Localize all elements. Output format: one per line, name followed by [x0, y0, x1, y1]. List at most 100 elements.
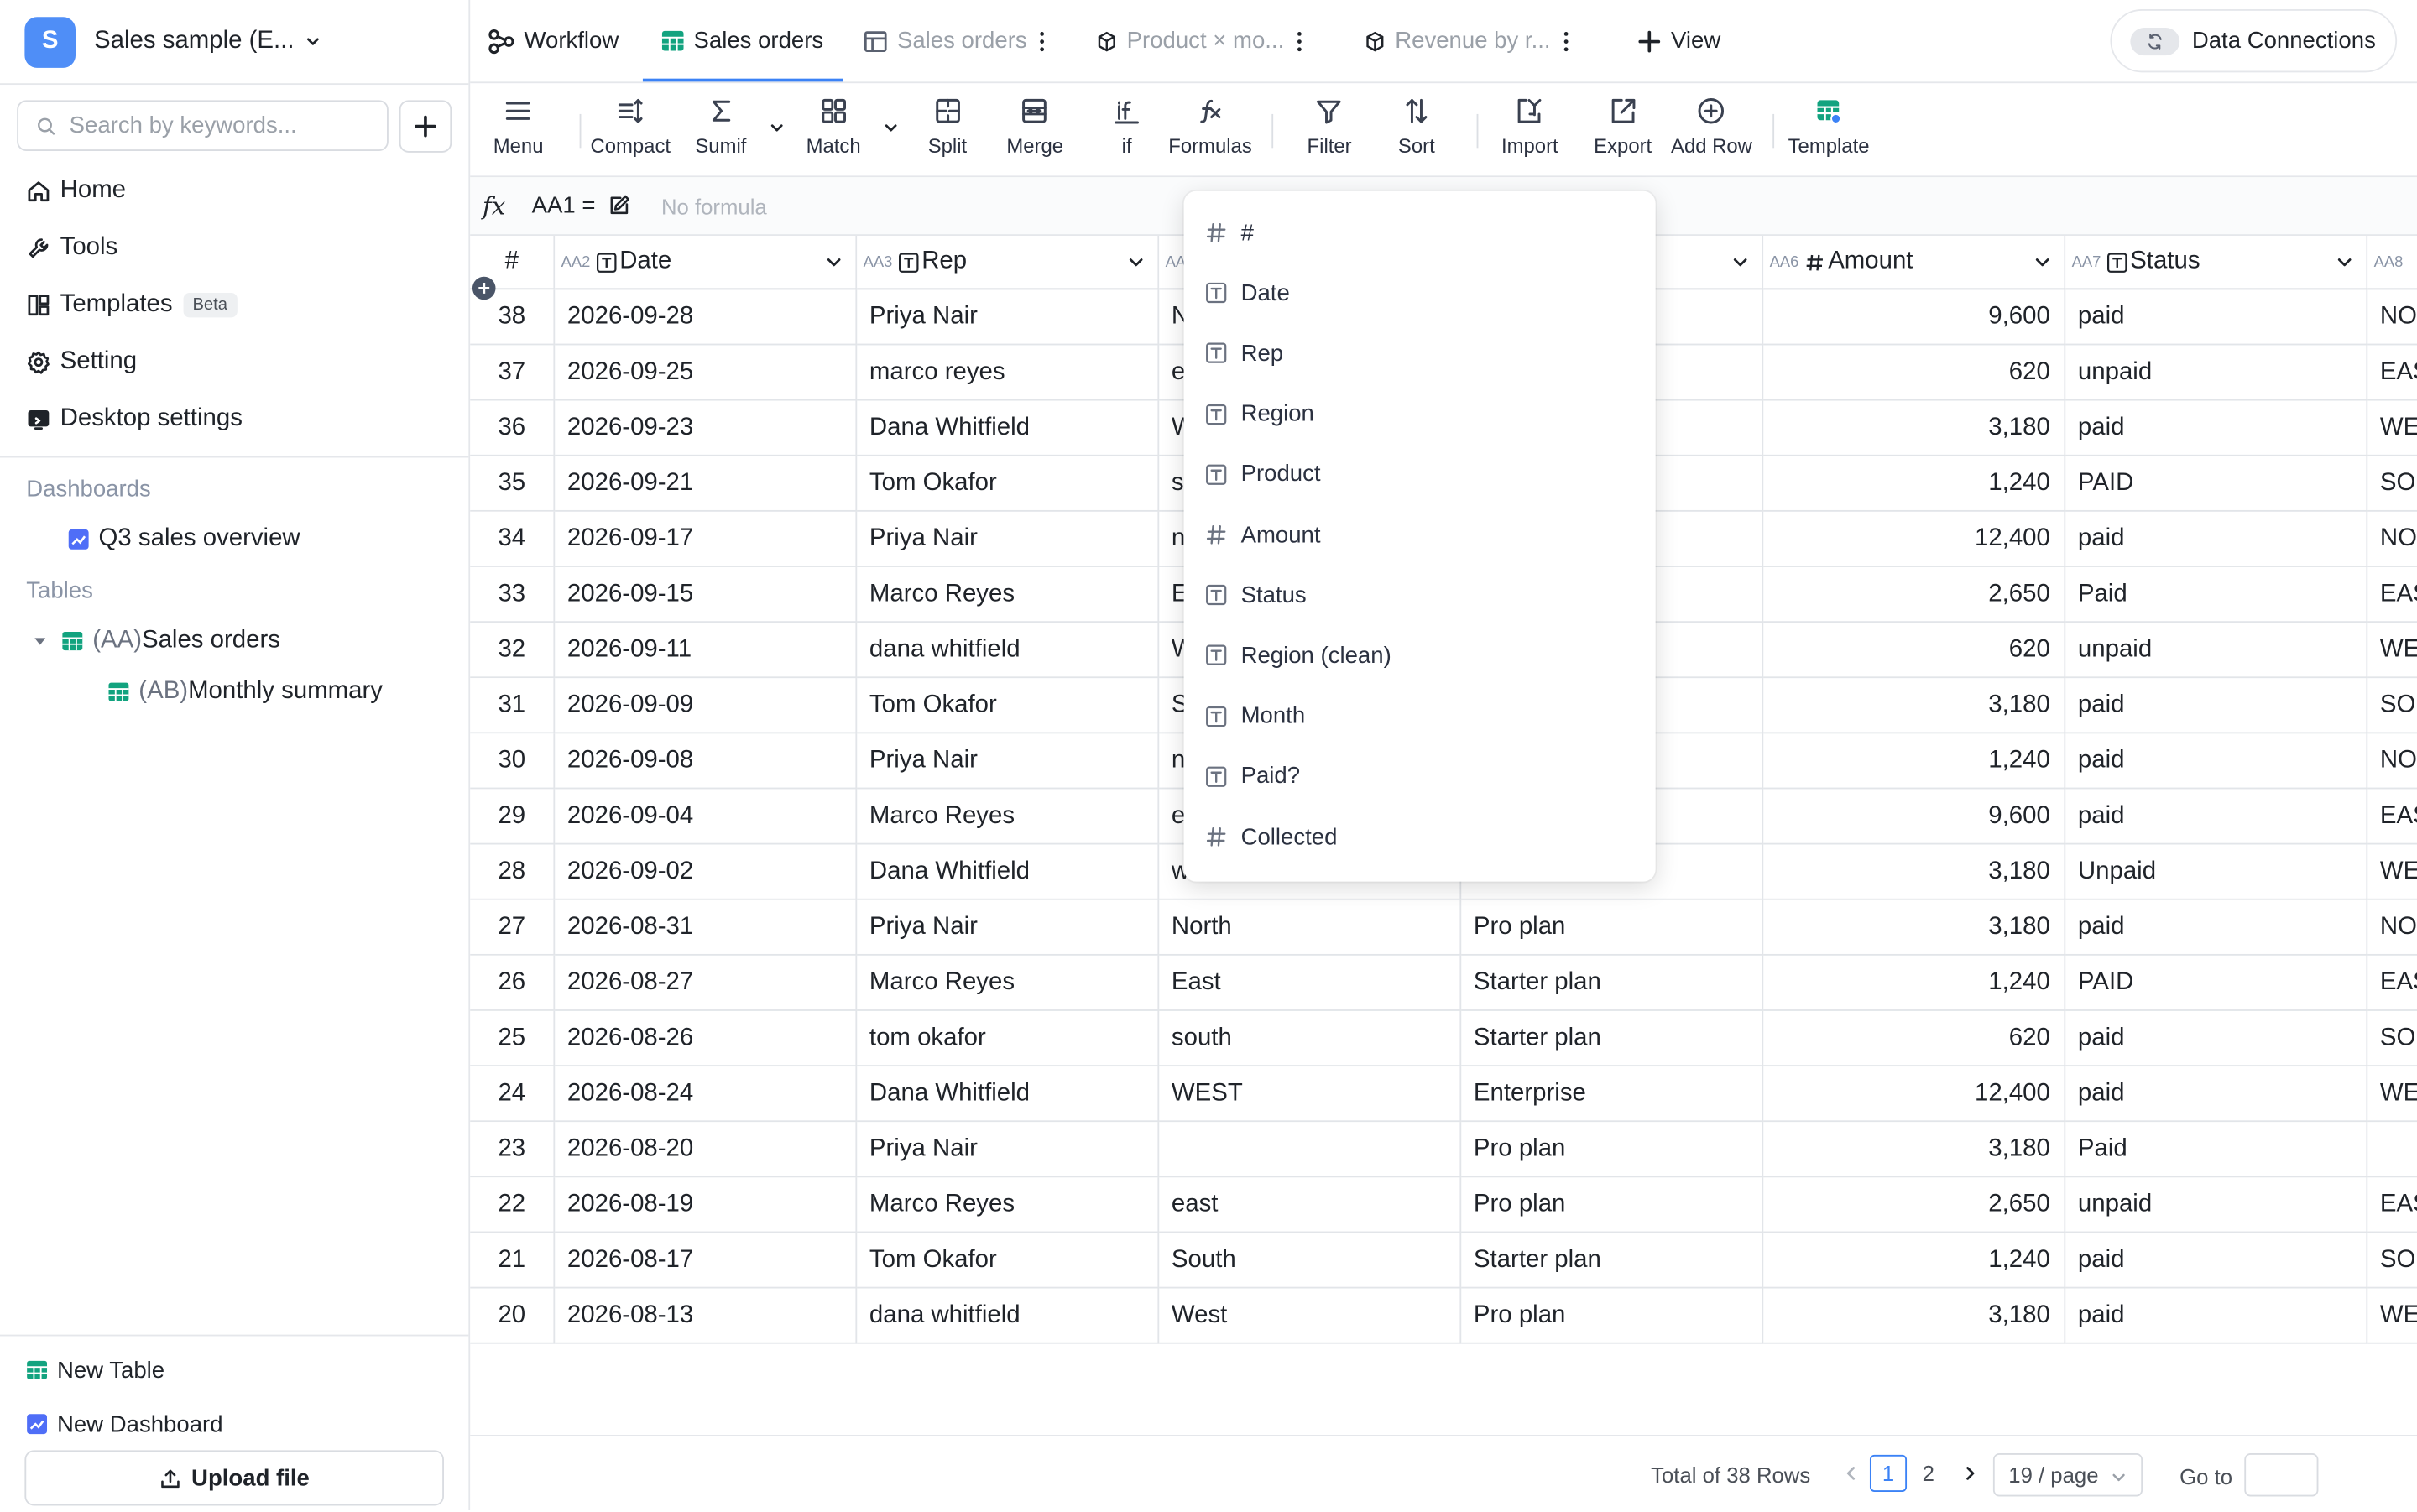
more-icon[interactable]: [1297, 30, 1302, 52]
row-number[interactable]: 28: [470, 844, 556, 900]
table-row[interactable]: 26 2026-08-27 Marco Reyes East Starter plan 1…: [470, 955, 2417, 1011]
cell-status[interactable]: paid: [2065, 733, 2368, 790]
row-number[interactable]: 30: [470, 733, 556, 790]
chevron-down-icon[interactable]: [883, 120, 898, 135]
cell-extra[interactable]: WE: [2367, 1289, 2417, 1344]
chevron-down-icon[interactable]: [770, 120, 785, 135]
table-row[interactable]: 21 2026-08-17 Tom Okafor South Starter plan 1…: [470, 1233, 2417, 1289]
cell-rep[interactable]: Marco Reyes: [857, 955, 1160, 1011]
nav-setting[interactable]: Setting: [26, 344, 137, 381]
nav-home[interactable]: Home: [26, 173, 126, 210]
cell-date[interactable]: 2026-08-26: [555, 1010, 858, 1067]
tab-sales-orders[interactable]: Sales orders: [660, 0, 823, 81]
cell-status[interactable]: unpaid: [2065, 1177, 2368, 1233]
cell-product[interactable]: Pro plan: [1461, 1288, 1764, 1344]
cell-amount[interactable]: 620: [1763, 345, 2066, 401]
table-item-monthly-summary[interactable]: (AB) Monthly summary: [108, 674, 383, 711]
cell-rep[interactable]: Priya Nair: [857, 733, 1160, 790]
cell-extra[interactable]: NO: [2367, 512, 2417, 567]
cell-status[interactable]: paid: [2065, 289, 2368, 346]
cell-amount[interactable]: 12,400: [1763, 511, 2066, 567]
cell-status[interactable]: Paid: [2065, 566, 2368, 623]
column-header-date[interactable]: AA2 Date: [555, 236, 858, 290]
edit-icon[interactable]: [608, 194, 631, 217]
row-number[interactable]: 24: [470, 1066, 556, 1123]
cell-region[interactable]: South: [1159, 1233, 1462, 1289]
cell-rep[interactable]: tom okafor: [857, 1010, 1160, 1067]
tab-revenue-by-region[interactable]: Revenue by r...: [1365, 0, 1569, 81]
nav-tools[interactable]: Tools: [26, 230, 117, 267]
workspace-switcher[interactable]: S Sales sample (E...: [24, 15, 321, 67]
column-option[interactable]: Collected: [1205, 818, 1337, 855]
tab-workflow[interactable]: Workflow: [487, 0, 619, 81]
page-2[interactable]: 2: [1910, 1455, 1947, 1492]
cell-extra[interactable]: EAS: [2367, 956, 2417, 1011]
row-number[interactable]: 32: [470, 623, 556, 679]
add-button[interactable]: [399, 100, 452, 153]
cell-date[interactable]: 2026-09-02: [555, 844, 858, 900]
new-table-button[interactable]: New Table: [26, 1353, 164, 1387]
row-number[interactable]: 22: [470, 1177, 556, 1233]
cell-extra[interactable]: WE: [2367, 623, 2417, 679]
cell-date[interactable]: 2026-09-11: [555, 623, 858, 679]
column-option[interactable]: Paid?: [1205, 758, 1300, 795]
caret-down-icon[interactable]: [33, 633, 48, 649]
cell-date[interactable]: 2026-09-17: [555, 511, 858, 567]
cell-extra[interactable]: NO: [2367, 289, 2417, 346]
cell-rep[interactable]: Priya Nair: [857, 1122, 1160, 1178]
cell-amount[interactable]: 12,400: [1763, 1066, 2066, 1123]
row-number[interactable]: 25: [470, 1010, 556, 1067]
page-size-select[interactable]: 19 / page: [1992, 1453, 2143, 1497]
data-connections-button[interactable]: Data Connections: [2110, 9, 2398, 73]
cell-status[interactable]: PAID: [2065, 955, 2368, 1011]
chevron-down-icon[interactable]: [2336, 253, 2354, 271]
cell-amount[interactable]: 3,180: [1763, 844, 2066, 900]
export-button[interactable]: Export: [1594, 96, 1652, 166]
match-button[interactable]: Match: [807, 96, 861, 166]
search-input[interactable]: [65, 111, 381, 141]
cell-amount[interactable]: 1,240: [1763, 955, 2066, 1011]
formulas-button[interactable]: Formulas: [1168, 96, 1252, 166]
column-header-status[interactable]: AA7 Status: [2065, 236, 2368, 290]
cell-rep[interactable]: dana whitfield: [857, 1288, 1160, 1344]
cell-amount[interactable]: 2,650: [1763, 1177, 2066, 1233]
cell-status[interactable]: unpaid: [2065, 345, 2368, 401]
cell-product[interactable]: Pro plan: [1461, 899, 1764, 956]
cell-date[interactable]: 2026-08-27: [555, 955, 858, 1011]
cell-rep[interactable]: Dana Whitfield: [857, 1066, 1160, 1123]
split-button[interactable]: Split: [928, 96, 967, 166]
tab-product-by-month[interactable]: Product × mo...: [1096, 0, 1302, 81]
row-number[interactable]: 23: [470, 1122, 556, 1178]
cell-rep[interactable]: Dana Whitfield: [857, 400, 1160, 456]
chevron-down-icon[interactable]: [2033, 253, 2052, 271]
row-number[interactable]: 34: [470, 511, 556, 567]
row-number[interactable]: 31: [470, 678, 556, 734]
cell-rep[interactable]: Priya Nair: [857, 899, 1160, 956]
cell-date[interactable]: 2026-09-21: [555, 456, 858, 512]
cell-region[interactable]: [1159, 1122, 1462, 1178]
cell-rep[interactable]: Tom Okafor: [857, 1233, 1160, 1289]
cell-extra[interactable]: EAS: [2367, 1177, 2417, 1233]
insert-row-icon[interactable]: [472, 276, 496, 300]
cell-product[interactable]: Starter plan: [1461, 1010, 1764, 1067]
template-button[interactable]: Template: [1788, 96, 1870, 166]
page-1[interactable]: 1: [1869, 1454, 1908, 1492]
cell-status[interactable]: Paid: [2065, 1122, 2368, 1178]
cell-status[interactable]: Unpaid: [2065, 844, 2368, 900]
cell-date[interactable]: 2026-08-13: [555, 1288, 858, 1344]
cell-date[interactable]: 2026-08-24: [555, 1066, 858, 1123]
cell-status[interactable]: paid: [2065, 400, 2368, 456]
cell-date[interactable]: 2026-09-15: [555, 566, 858, 623]
cell-extra[interactable]: SOU: [2367, 1011, 2417, 1067]
column-option[interactable]: Region (clean): [1205, 637, 1391, 674]
row-number[interactable]: 26: [470, 955, 556, 1011]
table-row[interactable]: 27 2026-08-31 Priya Nair North Pro plan 3,180…: [470, 899, 2417, 956]
if-button[interactable]: if: [1111, 96, 1142, 166]
cell-amount[interactable]: 2,650: [1763, 566, 2066, 623]
cell-rep[interactable]: Tom Okafor: [857, 456, 1160, 512]
sumif-button[interactable]: Sumif: [695, 96, 746, 166]
cell-date[interactable]: 2026-09-09: [555, 678, 858, 734]
cell-date[interactable]: 2026-08-20: [555, 1122, 858, 1178]
column-option[interactable]: Status: [1205, 576, 1307, 613]
row-number[interactable]: 20: [470, 1288, 556, 1344]
